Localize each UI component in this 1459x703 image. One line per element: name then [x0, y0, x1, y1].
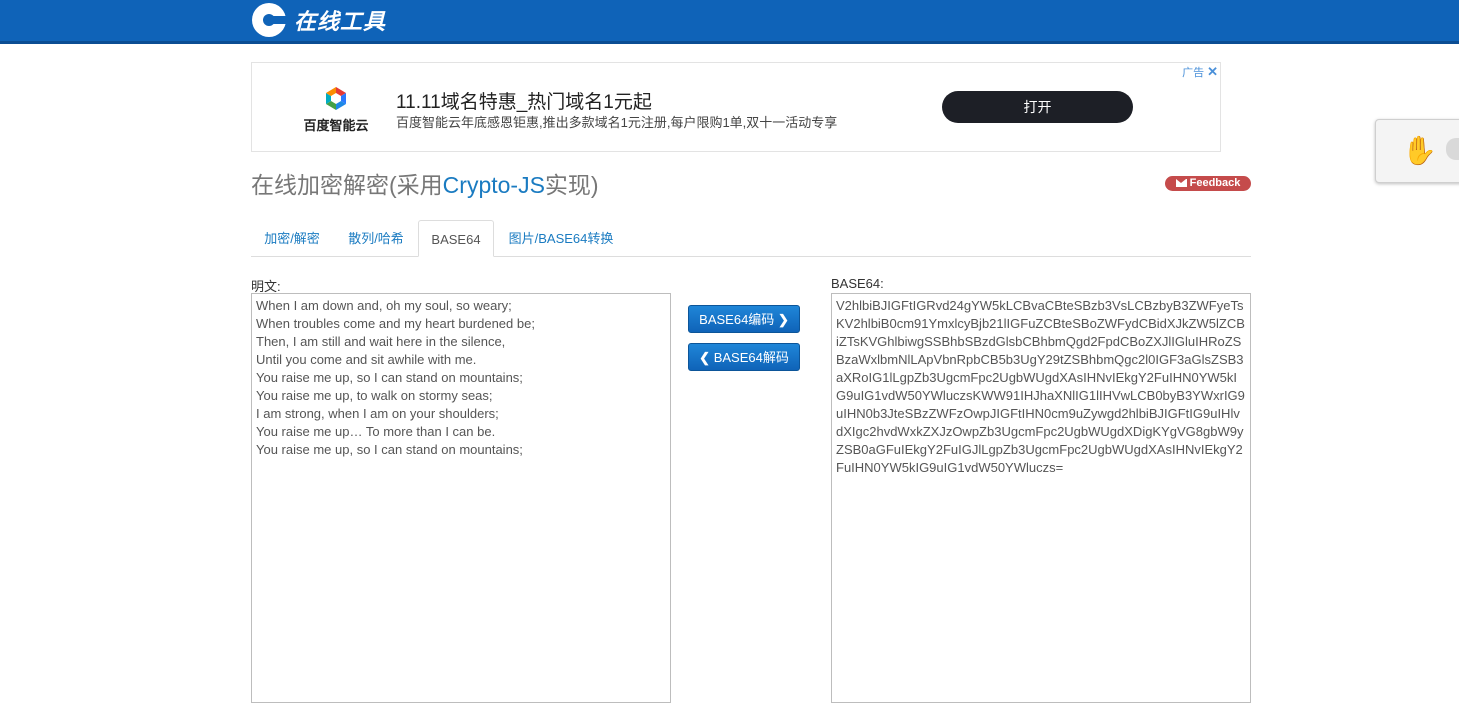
chat-bubble-icon — [1446, 138, 1459, 160]
ad-brand-logo: 百度智能云 — [300, 85, 372, 134]
top-nav-bar: 在线工具 — [0, 0, 1459, 44]
tab-hash[interactable]: 散列/哈希 — [335, 220, 417, 256]
ad-tag-label: 广告 — [1182, 67, 1205, 79]
tab-image-base64[interactable]: 图片/BASE64转换 — [501, 220, 621, 256]
tab-encrypt-decrypt[interactable]: 加密/解密 — [251, 220, 333, 256]
ad-close-icon[interactable]: ✕ — [1207, 64, 1218, 80]
ad-open-button[interactable]: 打开 — [942, 91, 1133, 123]
feedback-label: Feedback — [1189, 177, 1241, 189]
plain-text-area[interactable]: When I am down and, oh my soul, so weary… — [251, 293, 671, 703]
tab-base64[interactable]: BASE64 — [418, 220, 494, 257]
base64-decode-button[interactable]: ❮ BASE64解码 — [688, 343, 800, 371]
baidu-cloud-icon — [323, 85, 349, 111]
base64-label: BASE64: — [831, 276, 884, 291]
side-share-widget[interactable]: ✋ — [1375, 119, 1459, 183]
page-title: 在线加密解密(采用Crypto-JS实现) — [251, 166, 599, 200]
base64-text-area[interactable]: V2hlbiBJIGFtIGRvd24gYW5kLCBvaCBteSBzb3Vs… — [831, 293, 1251, 703]
page-title-highlight[interactable]: Crypto-JS — [443, 172, 545, 198]
tab-bar: 加密/解密 散列/哈希 BASE64 图片/BASE64转换 — [251, 220, 1251, 257]
base64-encode-button[interactable]: BASE64编码 ❯ — [688, 305, 800, 333]
chevron-left-icon: ❮ — [699, 350, 711, 365]
site-logo[interactable]: 在线工具 — [252, 1, 386, 39]
ad-brand-name: 百度智能云 — [303, 118, 369, 133]
envelope-icon — [1175, 179, 1187, 187]
logo-icon — [252, 3, 287, 37]
encode-button-label: BASE64编码 — [699, 312, 775, 327]
ad-title[interactable]: 11.11域名特惠_热门域名1元起 — [396, 87, 652, 114]
page-title-suffix: 实现) — [544, 172, 599, 198]
chevron-right-icon: ❯ — [777, 312, 789, 327]
hand-icon: ✋ — [1402, 135, 1437, 166]
feedback-button[interactable]: Feedback — [1165, 176, 1251, 191]
ad-description: 百度智能云年底感恩钜惠,推出多款域名1元注册,每户限购1单,双十一活动专享 — [396, 115, 838, 130]
page-title-prefix: 在线加密解密(采用 — [251, 172, 443, 198]
ad-tag[interactable]: 广告 ✕ — [1182, 64, 1218, 80]
decode-button-label: BASE64解码 — [713, 350, 789, 365]
ad-banner[interactable]: 百度智能云 11.11域名特惠_热门域名1元起 百度智能云年底感恩钜惠,推出多款… — [251, 62, 1221, 152]
logo-text: 在线工具 — [294, 9, 387, 35]
